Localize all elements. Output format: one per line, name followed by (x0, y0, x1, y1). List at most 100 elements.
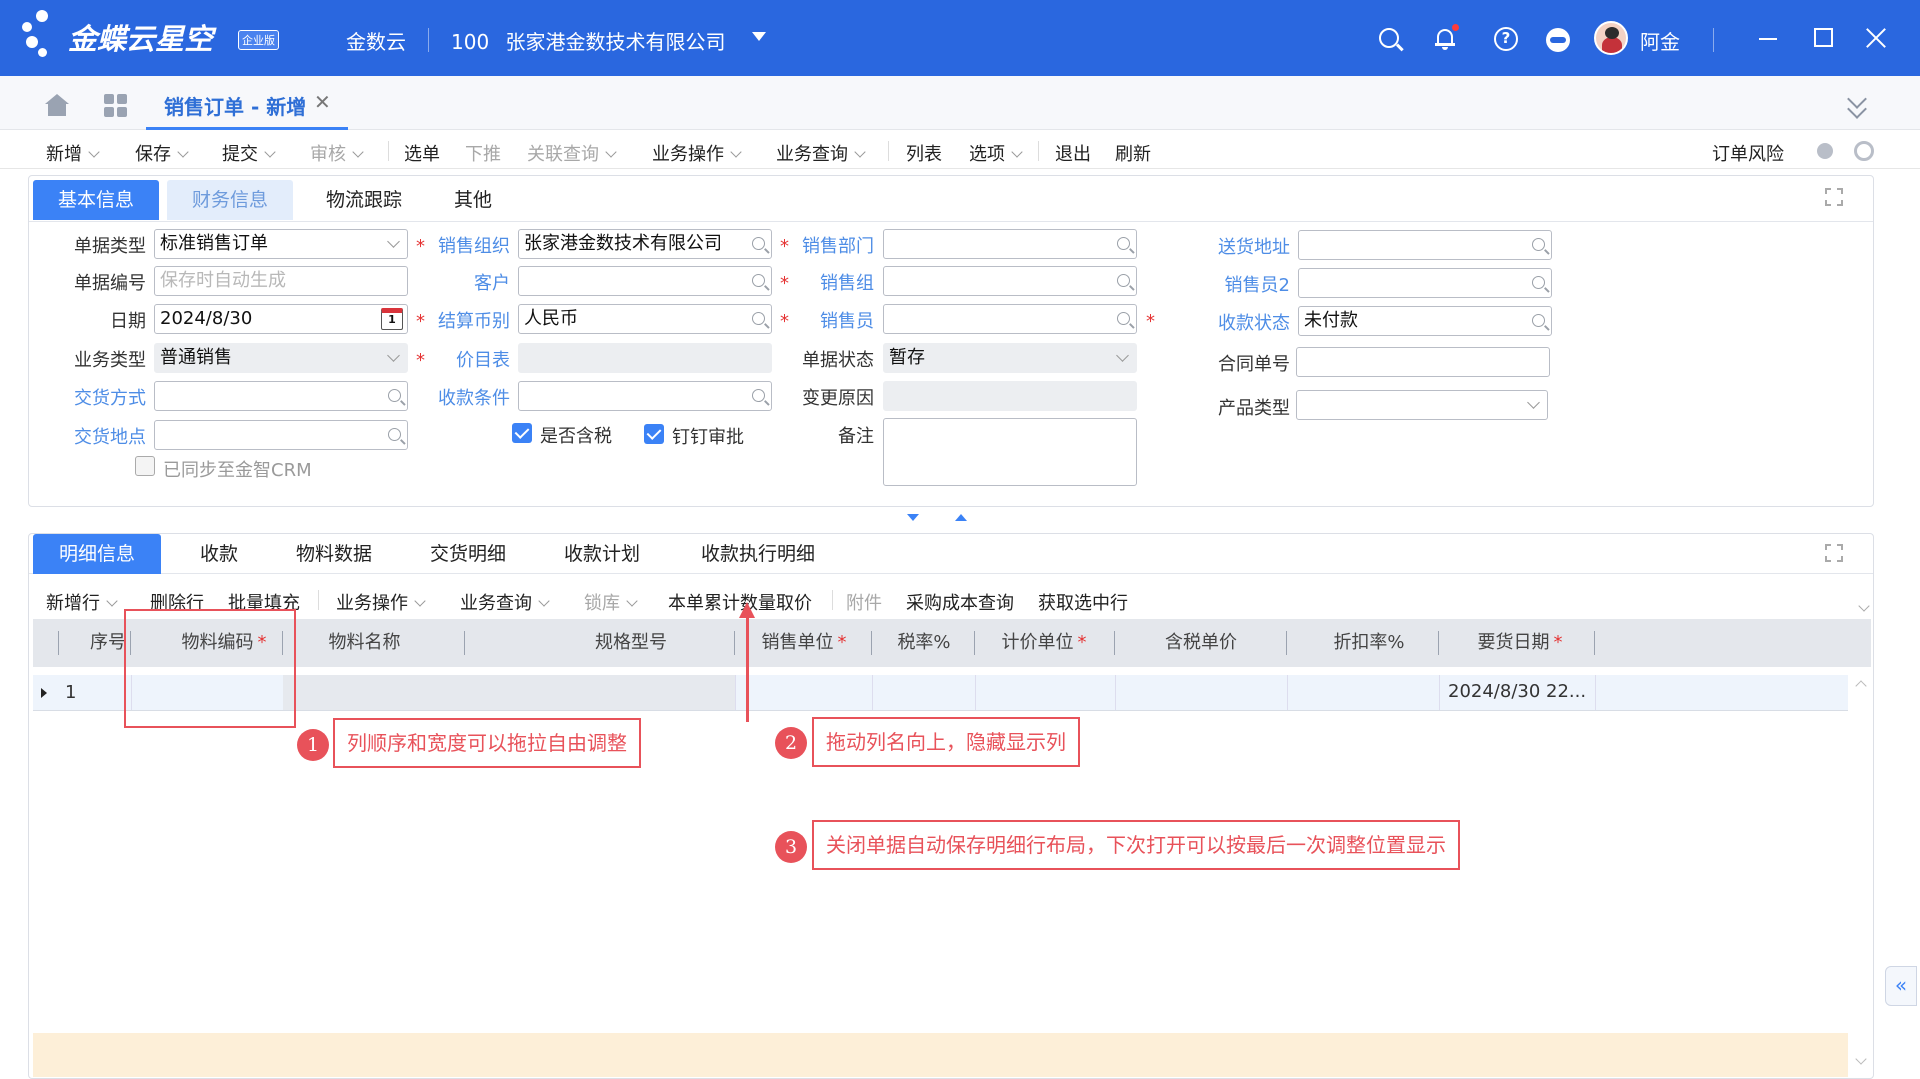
salesperson-field[interactable] (883, 304, 1137, 334)
payment-terms-field[interactable] (518, 381, 772, 411)
price-list-field[interactable] (518, 343, 772, 373)
user-name[interactable]: 阿金 (1640, 26, 1680, 55)
cell-sales-unit[interactable] (735, 675, 872, 710)
tab-delivery-detail[interactable]: 交货明细 (411, 534, 525, 574)
side-panel-toggle-icon[interactable]: « (1885, 966, 1917, 1006)
toolbar-biz-operation[interactable]: 业务操作 (652, 140, 742, 166)
col-tax-rate[interactable]: 税率% (872, 619, 976, 667)
expand-icon[interactable] (1825, 188, 1843, 206)
doc-type-select[interactable]: 标准销售订单 (154, 229, 408, 259)
toolbar-list[interactable]: 列表 (906, 140, 942, 166)
toolbar-options[interactable]: 选项 (969, 140, 1023, 166)
col-discount[interactable]: 折扣率% (1287, 619, 1451, 667)
cell-price-unit[interactable] (975, 675, 1115, 710)
col-material-name[interactable]: 物料名称 (283, 619, 446, 667)
label-sales-org[interactable]: 销售组织 (424, 232, 510, 258)
doc-no-field[interactable]: 保存时自动生成 (154, 266, 408, 296)
dingtalk-checkbox[interactable] (644, 424, 664, 444)
toolbar-biz-query[interactable]: 业务查询 (776, 140, 866, 166)
biz-type-select[interactable]: 普通销售 (154, 343, 408, 373)
cell-discount[interactable] (1287, 675, 1439, 710)
label-sales-group[interactable]: 销售组 (788, 269, 874, 295)
cell-delivery-date[interactable]: 2024/8/30 22... (1439, 675, 1595, 710)
home-icon[interactable] (44, 94, 70, 116)
label-salesperson2[interactable]: 销售员2 (1196, 271, 1290, 297)
tab-basic-info[interactable]: 基本信息 (33, 180, 159, 220)
tab-other[interactable]: 其他 (433, 180, 513, 220)
cell-tax-rate[interactable] (872, 675, 975, 710)
delivery-place-field[interactable] (154, 420, 408, 450)
apps-icon[interactable] (104, 94, 128, 118)
toolbar-audit[interactable]: 审核 (310, 140, 364, 166)
tab-receipt[interactable]: 收款 (179, 534, 259, 574)
maximize-icon[interactable] (1814, 28, 1833, 47)
toolbar-select-bill[interactable]: 选单 (404, 140, 440, 166)
org-dropdown-icon[interactable] (752, 32, 766, 41)
doc-status-select[interactable]: 暂存 (883, 343, 1137, 373)
tab-finance-info[interactable]: 财务信息 (167, 180, 293, 220)
collapse-down-icon[interactable] (907, 514, 919, 521)
calendar-icon[interactable]: 1 (381, 308, 403, 330)
tab-material-data[interactable]: 物料数据 (277, 534, 391, 574)
salesperson2-field[interactable] (1298, 268, 1552, 298)
bell-icon[interactable] (1435, 24, 1459, 50)
tab-sales-order-new[interactable]: 销售订单 - 新增 ✕ (146, 76, 348, 130)
col-tax-price[interactable]: 含税单价 (1115, 619, 1287, 667)
detail-biz-query[interactable]: 业务查询 (460, 589, 550, 615)
theme-light-icon[interactable] (1817, 143, 1833, 159)
detail-attachment[interactable]: 附件 (846, 589, 882, 615)
label-salesperson[interactable]: 销售员 (788, 307, 874, 333)
table-row[interactable]: 1 2024/8/30 22... (33, 675, 1848, 711)
customer-field[interactable] (518, 266, 772, 296)
sales-dept-field[interactable] (883, 229, 1137, 259)
collection-status-field[interactable]: 未付款 (1298, 306, 1552, 336)
remark-textarea[interactable] (883, 418, 1137, 486)
label-collection-status[interactable]: 收款状态 (1196, 309, 1290, 335)
tab-close-icon[interactable]: ✕ (314, 90, 331, 114)
label-delivery-method[interactable]: 交货方式 (60, 384, 146, 410)
toolbar-push-down[interactable]: 下推 (465, 140, 501, 166)
toolbar-refresh[interactable]: 刷新 (1115, 140, 1151, 166)
ship-address-field[interactable] (1298, 230, 1552, 260)
toolbar-save[interactable]: 保存 (135, 140, 189, 166)
date-field[interactable]: 2024/8/30 1 (154, 304, 408, 334)
close-icon[interactable] (1865, 27, 1887, 49)
change-reason-field[interactable] (883, 381, 1137, 411)
collapse-up-icon[interactable] (955, 514, 967, 521)
col-sales-unit[interactable]: 销售单位 * (735, 619, 873, 667)
tab-detail-info[interactable]: 明细信息 (33, 534, 161, 574)
tab-logistics[interactable]: 物流跟踪 (301, 180, 427, 220)
nav-jinshuyun[interactable]: 金数云 (346, 26, 406, 55)
cell-material-name[interactable] (283, 675, 465, 710)
label-currency[interactable]: 结算币别 (424, 307, 510, 333)
toolbar-exit[interactable]: 退出 (1055, 140, 1091, 166)
cell-tax-price[interactable] (1115, 675, 1287, 710)
detail-lock-stock[interactable]: 锁库 (584, 589, 638, 615)
currency-field[interactable]: 人民币 (518, 304, 772, 334)
expand-icon[interactable] (1825, 544, 1843, 562)
help-icon[interactable]: ? (1494, 27, 1518, 51)
detail-purchase-cost-query[interactable]: 采购成本查询 (906, 589, 1014, 615)
tab-receipt-execution[interactable]: 收款执行明细 (679, 534, 837, 574)
sales-group-field[interactable] (883, 266, 1137, 296)
sync-crm-checkbox[interactable] (135, 456, 155, 476)
gear-icon[interactable] (1854, 141, 1874, 161)
cell-spec[interactable] (465, 675, 735, 710)
label-payment-terms[interactable]: 收款条件 (424, 384, 510, 410)
org-switcher[interactable]: 100 张家港金数技术有限公司 (451, 26, 726, 55)
label-delivery-place[interactable]: 交货地点 (60, 423, 146, 449)
col-price-unit[interactable]: 计价单位 * (975, 619, 1113, 667)
detail-biz-operation[interactable]: 业务操作 (336, 589, 426, 615)
toolbar-more-icon[interactable] (1858, 600, 1870, 612)
settings-pill-icon[interactable] (1546, 28, 1570, 52)
avatar[interactable] (1594, 21, 1628, 55)
detail-add-row[interactable]: 新增行 (46, 589, 118, 615)
toolbar-new[interactable]: 新增 (46, 140, 100, 166)
detail-get-selected-row[interactable]: 获取选中行 (1038, 589, 1128, 615)
label-sales-dept[interactable]: 销售部门 (788, 232, 874, 258)
sales-org-field[interactable]: 张家港金数技术有限公司 (518, 229, 772, 259)
toolbar-related-query[interactable]: 关联查询 (527, 140, 617, 166)
product-type-select[interactable] (1296, 390, 1548, 420)
delivery-method-field[interactable] (154, 381, 408, 411)
tax-included-checkbox[interactable] (512, 423, 532, 443)
